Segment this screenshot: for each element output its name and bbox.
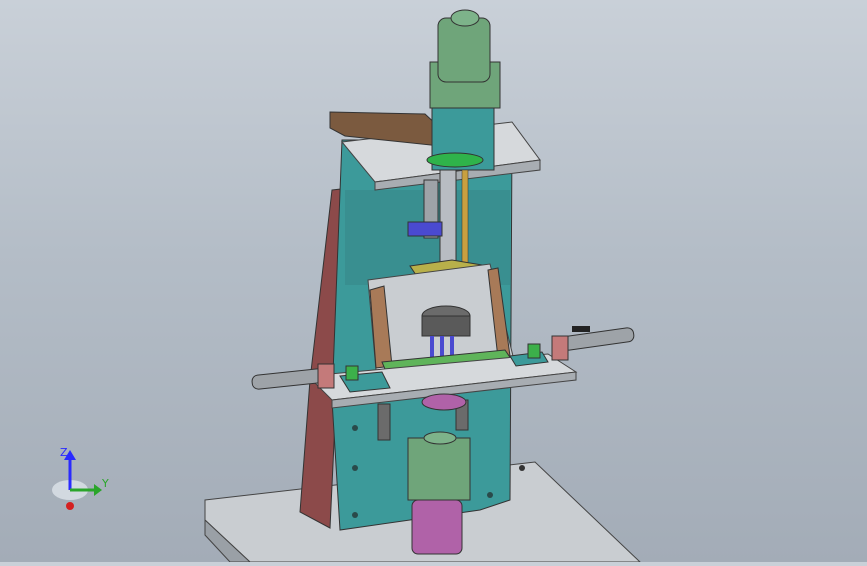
frame-bolt <box>352 512 358 518</box>
left-cylinder-mount <box>317 363 335 389</box>
left-clamp <box>345 365 359 381</box>
z-axis-label: Z <box>60 446 68 459</box>
lower-cylinder-top[interactable] <box>421 393 467 411</box>
guide-rod <box>461 169 469 271</box>
coupling-ring <box>426 152 484 168</box>
right-clamp <box>527 343 541 359</box>
frame-bolt <box>352 465 358 471</box>
x-axis-dot <box>66 502 74 510</box>
lower-gearbox-cap <box>423 431 457 445</box>
y-axis-arrow <box>94 484 102 496</box>
cylinder-fitting <box>572 326 590 332</box>
frame-bolt <box>352 425 358 431</box>
lower-cylinder[interactable] <box>411 499 463 555</box>
right-cylinder-mount <box>551 335 569 361</box>
rotary-body <box>421 315 471 337</box>
lower-bracket-left <box>377 403 391 441</box>
motor-body[interactable] <box>437 17 491 83</box>
base-bolt <box>519 465 525 471</box>
lower-gearbox[interactable] <box>407 437 471 501</box>
coordinate-triad: Z Y <box>40 440 120 520</box>
machine-model[interactable] <box>0 0 867 563</box>
bearing-block[interactable] <box>407 221 443 237</box>
triad-graphic: Z Y <box>52 446 109 510</box>
y-axis-label: Y <box>101 477 109 490</box>
frame-bolt <box>487 492 493 498</box>
cad-viewport[interactable] <box>0 0 867 563</box>
motor-cap <box>450 9 480 27</box>
